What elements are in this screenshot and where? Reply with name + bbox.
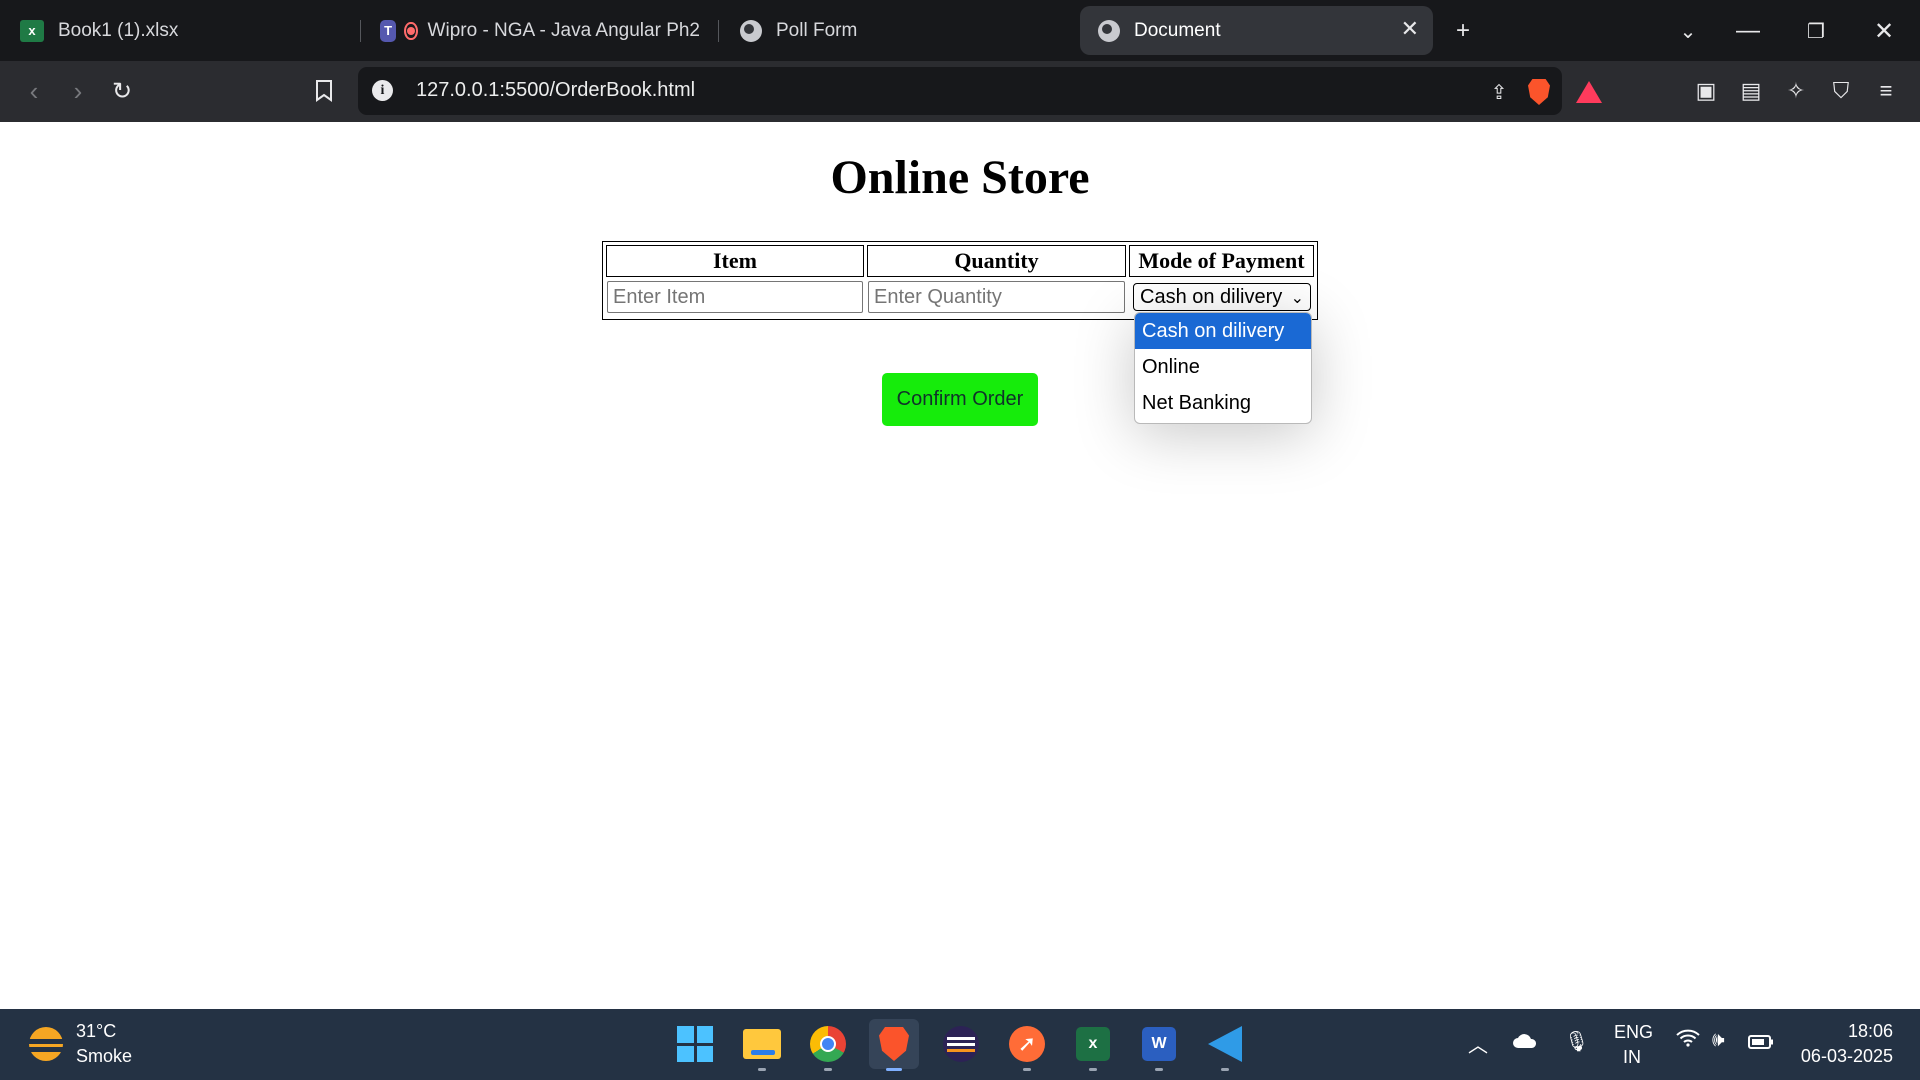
taskbar-word[interactable]: W — [1134, 1019, 1184, 1071]
cloud-shape — [1513, 1034, 1537, 1048]
taskbar-eclipse[interactable] — [936, 1019, 986, 1069]
tab-book1-xlsx[interactable]: x Book1 (1).xlsx — [20, 6, 350, 55]
quantity-input[interactable] — [868, 281, 1125, 313]
payment-mode-select[interactable]: Cash on dilivery ⌄ — [1133, 283, 1311, 311]
file-explorer-icon — [743, 1029, 781, 1059]
column-header-item: Item — [606, 245, 864, 277]
weather-haze-icon[interactable] — [26, 1027, 66, 1061]
address-bar[interactable]: i 127.0.0.1:5500/OrderBook.html ⇪ — [358, 67, 1602, 115]
bat-rewards-icon — [1576, 81, 1602, 103]
microphone-icon[interactable]: 🎙 — [1564, 1029, 1589, 1054]
show-hidden-icons-chevron-icon[interactable]: ︿ — [1468, 1029, 1488, 1058]
payment-option-cash-on-delivery[interactable]: Cash on dilivery — [1135, 313, 1311, 349]
tab-search-chevron-icon[interactable]: ⌄ — [1670, 14, 1706, 48]
brave-lion-icon — [1528, 79, 1550, 105]
running-indicator — [1023, 1068, 1031, 1071]
close-window-button[interactable]: ✕ — [1866, 14, 1902, 48]
tab-separator — [718, 20, 719, 42]
recording-icon — [404, 21, 418, 40]
chrome-icon — [810, 1026, 846, 1062]
tab-label: Poll Form — [776, 19, 858, 41]
vpn-shield-icon[interactable]: ⛉ — [1825, 75, 1857, 107]
taskbar-excel[interactable]: x — [1068, 1019, 1118, 1071]
start-icon — [677, 1026, 713, 1062]
input-region[interactable]: IN — [1623, 1047, 1641, 1068]
battery-shape — [1748, 1035, 1773, 1049]
back-button[interactable]: ‹ — [16, 73, 52, 109]
globe-icon — [740, 19, 762, 42]
forward-button[interactable]: › — [60, 73, 96, 109]
page-title: Online Store — [830, 151, 1090, 204]
column-header-payment: Mode of Payment — [1129, 245, 1314, 277]
weather-condition[interactable]: Smoke — [76, 1046, 132, 1067]
share-icon[interactable]: ⇪ — [1484, 77, 1514, 107]
leo-ai-icon[interactable]: ✧ — [1780, 75, 1812, 107]
page-viewport: Online Store Item Quantity Mode of Payme… — [0, 122, 1920, 1009]
sidebar-toggle-icon[interactable]: ▣ — [1690, 75, 1722, 107]
tab-label: Document — [1134, 19, 1221, 41]
reload-button[interactable]: ↻ — [104, 73, 140, 109]
wifi-shape — [1676, 1029, 1700, 1047]
item-input[interactable] — [607, 281, 863, 313]
payment-mode-dropdown: Cash on dilivery Online Net Banking — [1134, 312, 1312, 424]
restore-button[interactable]: ❐ — [1798, 14, 1834, 48]
tab-wipro-teams[interactable]: T Wipro - NGA - Java Angular Ph2 — [380, 6, 700, 55]
wallet-icon[interactable]: ▤ — [1735, 75, 1767, 107]
taskbar-vscode[interactable] — [1200, 1019, 1250, 1071]
windows-taskbar: 31°C Smoke ➚ x W ︿ 🎙 ENG IN 🕪 18:06 06-0… — [0, 1009, 1920, 1080]
payment-option-online[interactable]: Online — [1135, 349, 1311, 385]
payment-option-net-banking[interactable]: Net Banking — [1135, 385, 1311, 421]
eclipse-icon — [943, 1026, 979, 1062]
start-button[interactable] — [670, 1019, 720, 1069]
battery-icon[interactable] — [1748, 1035, 1774, 1049]
volume-icon[interactable]: 🕪 — [1712, 1029, 1725, 1052]
input-language[interactable]: ENG — [1614, 1022, 1653, 1043]
running-indicator — [824, 1068, 832, 1071]
tab-label: Wipro - NGA - Java Angular Ph2 — [427, 19, 700, 41]
running-indicator — [1155, 1068, 1163, 1071]
vscode-icon — [1208, 1026, 1242, 1062]
taskbar-brave[interactable] — [869, 1019, 919, 1071]
excel-icon: x — [20, 19, 44, 42]
menu-icon[interactable]: ≡ — [1870, 75, 1902, 107]
bookmark-button[interactable] — [306, 73, 342, 109]
browser-tab-strip: x Book1 (1).xlsx T Wipro - NGA - Java An… — [0, 0, 1920, 61]
browser-toolbar: ‹ › ↻ i 127.0.0.1:5500/OrderBook.html ⇪ … — [0, 61, 1920, 122]
wifi-icon[interactable] — [1676, 1029, 1700, 1047]
clock-date[interactable]: 06-03-2025 — [1801, 1046, 1893, 1067]
brave-icon — [879, 1027, 909, 1061]
tab-document[interactable]: Document ✕ — [1080, 6, 1433, 55]
excel-icon: x — [1076, 1027, 1110, 1061]
payment-mode-value: Cash on dilivery — [1140, 285, 1283, 308]
running-indicator — [1089, 1068, 1097, 1071]
bookmark-icon — [316, 80, 332, 102]
running-indicator — [758, 1068, 766, 1071]
minimize-button[interactable]: — — [1730, 14, 1766, 48]
running-indicator — [1221, 1068, 1229, 1071]
postman-icon: ➚ — [1009, 1026, 1045, 1062]
clock-time[interactable]: 18:06 — [1848, 1021, 1893, 1042]
brave-shields-button[interactable] — [1524, 77, 1554, 107]
brave-rewards-button[interactable] — [1574, 77, 1604, 107]
tab-label: Book1 (1).xlsx — [58, 19, 179, 41]
chevron-down-icon: ⌄ — [1290, 290, 1304, 307]
tab-poll-form[interactable]: Poll Form — [740, 6, 1060, 55]
onedrive-cloud-icon[interactable] — [1512, 1033, 1538, 1049]
globe-icon — [1098, 19, 1120, 42]
column-header-quantity: Quantity — [867, 245, 1126, 277]
close-tab-icon[interactable]: ✕ — [1401, 18, 1419, 40]
taskbar-chrome[interactable] — [803, 1019, 853, 1071]
tab-separator — [360, 20, 361, 42]
new-tab-button[interactable]: + — [1445, 14, 1481, 48]
taskbar-file-explorer[interactable] — [737, 1019, 787, 1071]
weather-temperature[interactable]: 31°C — [76, 1021, 116, 1042]
site-info-icon[interactable]: i — [372, 80, 393, 101]
teams-icon: T — [380, 19, 397, 42]
running-indicator — [886, 1068, 902, 1071]
order-table: Item Quantity Mode of Payment Cash on di… — [602, 241, 1318, 320]
confirm-order-button[interactable]: Confirm Order — [882, 373, 1038, 426]
url-text[interactable]: 127.0.0.1:5500/OrderBook.html — [416, 79, 695, 102]
word-icon: W — [1142, 1027, 1176, 1061]
taskbar-postman[interactable]: ➚ — [1002, 1019, 1052, 1071]
